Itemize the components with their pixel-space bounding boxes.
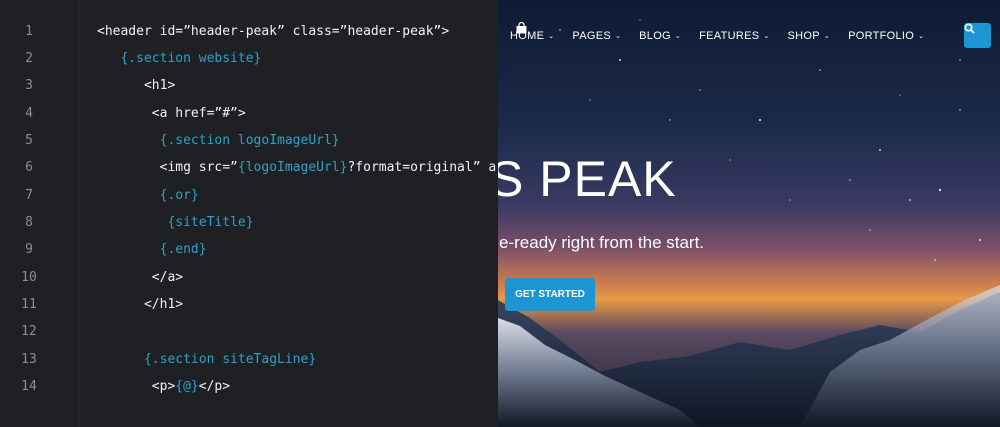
template-token: {siteTitle} bbox=[167, 214, 254, 230]
search-icon bbox=[964, 23, 975, 34]
chevron-down-icon: ⌄ bbox=[674, 33, 682, 40]
code-text: {siteTitle} bbox=[97, 209, 254, 236]
code-text: <header id=”header-peak” class=”header-p… bbox=[97, 18, 449, 45]
line-number: 6 bbox=[25, 160, 33, 176]
line-number: 1 bbox=[25, 23, 33, 39]
chevron-down-icon: ⌄ bbox=[614, 33, 622, 40]
code-text: {.section logoImageUrl} bbox=[97, 127, 340, 154]
line-number: 2 bbox=[25, 50, 33, 66]
code-text: {.section website} bbox=[97, 45, 261, 72]
nav-shop[interactable]: SHOP ⌄ bbox=[788, 30, 831, 42]
template-token: {.section website} bbox=[120, 50, 262, 66]
line-number: 14 bbox=[21, 379, 37, 395]
search-button[interactable] bbox=[964, 23, 991, 48]
code-line: 2 {.section website} bbox=[0, 45, 498, 72]
main-nav: HOME ⌄ PAGES ⌄ BLOG ⌄ FEATURES ⌄ SHOP ⌄ PORTF… bbox=[510, 22, 942, 50]
line-number: 12 bbox=[21, 324, 37, 340]
hero-title: S PEAK bbox=[490, 151, 677, 207]
html-token: ?format=original” a bbox=[347, 160, 497, 176]
html-token bbox=[97, 352, 144, 367]
code-line: 1 <header id=”header-peak” class=”header-… bbox=[0, 18, 498, 45]
code-line: 5 {.section logoImageUrl} bbox=[0, 127, 498, 154]
code-line: 10 </a> bbox=[0, 264, 498, 291]
template-token: {.section logoImageUrl} bbox=[159, 132, 340, 148]
html-token bbox=[97, 51, 120, 66]
code-text: <h1> bbox=[97, 72, 175, 99]
code-text: {.section siteTagLine} bbox=[97, 346, 316, 373]
html-token: </a> bbox=[97, 269, 184, 285]
chevron-down-icon: ⌄ bbox=[548, 33, 555, 40]
code-editor[interactable]: 1 <header id=”header-peak” class=”header-… bbox=[0, 0, 498, 427]
html-token: <a href=”#”> bbox=[97, 105, 246, 121]
code-line: 13 {.section siteTagLine} bbox=[0, 346, 498, 373]
code-line: 11 </h1> bbox=[0, 291, 498, 318]
code-text: <p>{@}</p> bbox=[97, 373, 230, 400]
line-number: 4 bbox=[25, 105, 33, 121]
get-started-button[interactable]: GET STARTED bbox=[505, 278, 595, 311]
chevron-down-icon: ⌄ bbox=[763, 33, 770, 40]
hero-subtitle: bile-ready right from the start. bbox=[482, 233, 705, 252]
template-token: {.end} bbox=[159, 242, 207, 258]
html-token bbox=[97, 242, 160, 257]
template-token: {@} bbox=[175, 379, 199, 395]
code-line: 14 <p>{@}</p> bbox=[0, 373, 498, 400]
html-token bbox=[97, 215, 167, 230]
code-line: 7 {.or} bbox=[0, 182, 498, 209]
code-text: {.or} bbox=[97, 182, 199, 209]
line-number: 8 bbox=[25, 214, 33, 230]
code-line: 8 {siteTitle} bbox=[0, 209, 498, 236]
line-number: 13 bbox=[21, 351, 37, 367]
nav-features[interactable]: FEATURES ⌄ bbox=[699, 30, 769, 42]
code-text: <a href=”#”> bbox=[97, 100, 246, 127]
line-number: 9 bbox=[25, 242, 33, 258]
html-token: <header id=”header-peak” class=”header-p… bbox=[97, 23, 450, 39]
html-token: <p> bbox=[97, 379, 176, 395]
template-token: {.or} bbox=[159, 187, 199, 203]
nav-pages[interactable]: PAGES ⌄ bbox=[572, 30, 621, 42]
line-number: 10 bbox=[21, 269, 37, 285]
line-number: 11 bbox=[21, 297, 37, 312]
nav-portfolio[interactable]: PORTFOLIO ⌄ bbox=[848, 30, 924, 42]
code-line: 4 <a href=”#”> bbox=[0, 100, 498, 127]
shopping-bag-icon[interactable] bbox=[516, 22, 527, 34]
template-token: {logoImageUrl} bbox=[237, 160, 348, 176]
code-text: </a> bbox=[97, 264, 183, 291]
nav-blog[interactable]: BLOG ⌄ bbox=[639, 30, 681, 42]
html-token bbox=[97, 133, 160, 148]
chevron-down-icon: ⌄ bbox=[823, 33, 831, 40]
code-text: </h1> bbox=[97, 291, 183, 318]
html-token: </p> bbox=[198, 379, 231, 395]
line-number: 5 bbox=[25, 132, 33, 148]
html-token: </h1> bbox=[97, 297, 184, 312]
template-token: {.section siteTagLine} bbox=[143, 351, 317, 367]
html-token bbox=[97, 188, 160, 203]
line-number: 3 bbox=[25, 78, 33, 94]
code-text: {.end} bbox=[97, 236, 207, 263]
code-line: 6 <img src=”{logoImageUrl}?format=origin… bbox=[0, 154, 498, 181]
code-line: 12 bbox=[0, 318, 498, 345]
chevron-down-icon: ⌄ bbox=[918, 33, 925, 40]
html-token: <h1> bbox=[97, 78, 176, 94]
code-text: <img src=”{logoImageUrl}?format=original… bbox=[97, 154, 497, 181]
line-number: 7 bbox=[25, 187, 33, 203]
code-line: 9 {.end} bbox=[0, 236, 498, 263]
html-token: <img src=” bbox=[97, 160, 238, 176]
code-line: 3 <h1> bbox=[0, 72, 498, 99]
